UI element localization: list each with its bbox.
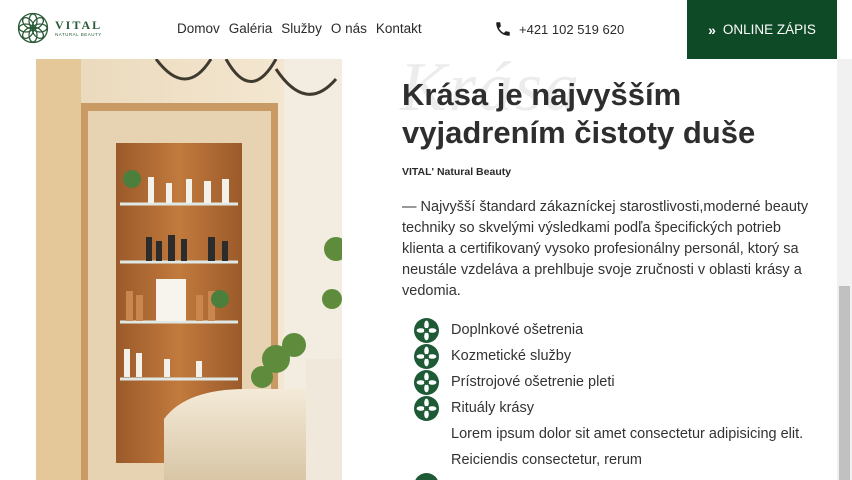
logo-name: VITAL xyxy=(55,17,103,32)
list-item[interactable]: Rituály krásy xyxy=(414,395,615,421)
list-item-label: Doplnkové ošetrenia xyxy=(451,322,584,338)
online-booking-button[interactable]: » ONLINE ZÁPIS xyxy=(687,0,837,59)
flower-icon xyxy=(414,343,439,369)
list-item[interactable]: Doplnkové ošetrenia xyxy=(414,317,615,343)
nav-item-o-nas[interactable]: O nás xyxy=(331,21,367,36)
services-list: Doplnkové ošetrenia Kozmetické služby Pr… xyxy=(414,317,615,421)
list-item[interactable]: Prístrojové ošetrenie pleti xyxy=(414,369,615,395)
flower-icon xyxy=(414,395,439,421)
page-scrollbar[interactable] xyxy=(837,0,852,480)
intro-paragraph: — Najvyšší štandard zákazníckej starostl… xyxy=(402,199,809,299)
list-item[interactable]: Kozmetické služby xyxy=(414,343,615,369)
logo-subtitle: NATURAL BEAUTY xyxy=(55,31,102,37)
salon-photo xyxy=(36,59,342,480)
list-item-label: Prístrojové ošetrenie pleti xyxy=(451,374,615,390)
online-booking-label: ONLINE ZÁPIS xyxy=(722,22,816,37)
chevron-right-icon: » xyxy=(708,21,716,38)
scrollbar-thumb[interactable] xyxy=(839,286,850,480)
phone-number: +421 102 519 620 xyxy=(519,21,625,37)
main-nav: Domov Galéria Služby O nás Kontakt xyxy=(177,21,422,36)
nav-item-galeria[interactable]: Galéria xyxy=(229,21,273,36)
list-item-label: Rituály krásy xyxy=(451,400,534,416)
phone-icon xyxy=(496,22,510,36)
nav-item-domov[interactable]: Domov xyxy=(177,21,220,36)
salon-interior-image xyxy=(36,59,342,480)
flower-icon xyxy=(414,369,439,395)
logo-flower-icon xyxy=(17,12,49,44)
nav-item-kontakt[interactable]: Kontakt xyxy=(376,21,422,36)
lorem-paragraph: Lorem ipsum dolor sit amet consectetur a… xyxy=(451,426,804,468)
flower-icon xyxy=(415,473,438,480)
flower-icon xyxy=(414,317,439,343)
page-heading: Krása je najvyšším vyjadrením čistoty du… xyxy=(402,77,756,150)
site-header: VITAL NATURAL BEAUTY Domov Galéria Služb… xyxy=(0,0,852,59)
nav-item-sluzby[interactable]: Služby xyxy=(281,21,322,36)
list-item-label: Kozmetické služby xyxy=(451,348,572,364)
phone-link[interactable]: +421 102 519 620 xyxy=(494,20,624,38)
logo[interactable]: VITAL NATURAL BEAUTY xyxy=(17,11,102,45)
brand-label: VITAL' Natural Beauty xyxy=(402,166,512,178)
logo-text: VITAL NATURAL BEAUTY xyxy=(55,19,102,38)
